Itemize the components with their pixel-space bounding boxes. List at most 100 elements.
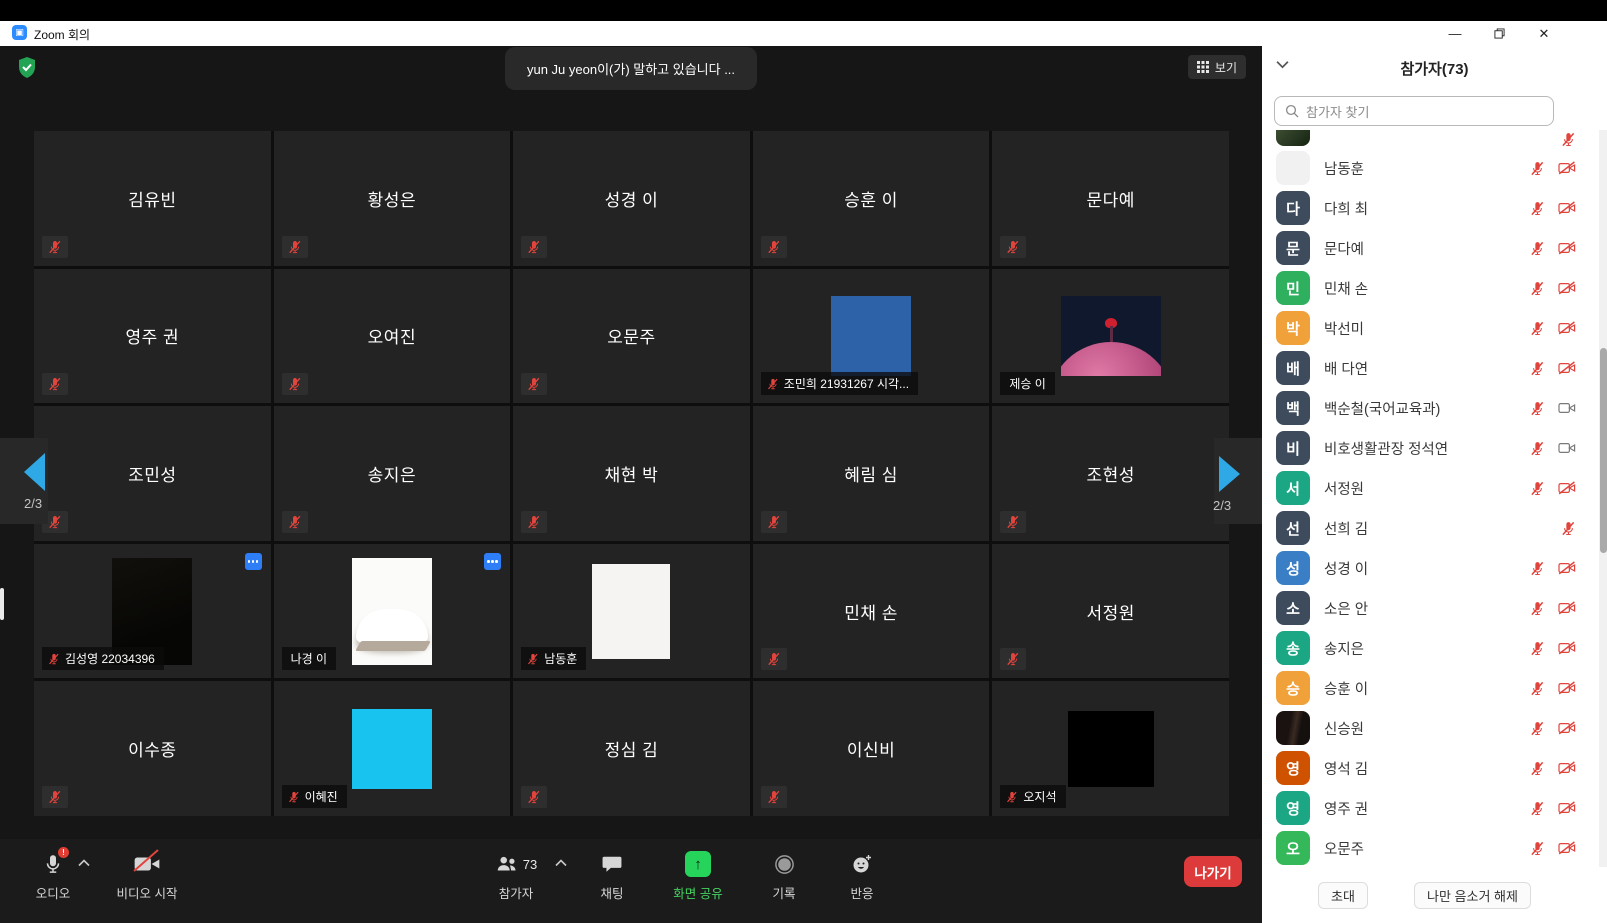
video-tile[interactable]: 황성은 [274,131,511,266]
tile-muted-mic-icon [42,373,68,395]
tile-more-options-button[interactable] [484,553,501,570]
video-tile[interactable]: 나경 이 [274,544,511,679]
mic-off-icon [1530,641,1545,656]
tile-name-label: 김성영 22034396 [42,647,164,670]
video-tile[interactable]: 오지석 [992,681,1229,816]
chat-button[interactable]: 채팅 [588,851,636,902]
video-tile[interactable]: 조현성 [992,406,1229,541]
video-tile[interactable]: 정심 김 [513,681,750,816]
participant-row[interactable]: 승승훈 이 [1262,668,1598,708]
participant-name: 서정원 [1324,478,1530,499]
participant-row[interactable]: 박박선미 [1262,308,1598,348]
participant-avatar: 오 [1276,831,1310,865]
participant-row[interactable]: 서서정원 [1262,468,1598,508]
mic-off-icon [1530,481,1545,496]
tile-muted-mic-icon [521,236,547,258]
participants-button[interactable]: 73 참가자 [478,851,554,902]
video-tile[interactable]: 김유빈 [34,131,271,266]
participant-name: 박선미 [1324,318,1530,339]
participant-avatar [1276,130,1310,146]
participant-row[interactable]: 비비호생활관장 정석연 [1262,428,1598,468]
participant-row[interactable]: 백백순철(국어교육과) [1262,388,1598,428]
video-tile[interactable]: 성경 이 [513,131,750,266]
record-icon [774,854,795,875]
video-tile[interactable]: 이혜진 [274,681,511,816]
camera-off-icon [1558,681,1576,695]
participant-row[interactable]: 소소은 안 [1262,588,1598,628]
video-tile[interactable]: 오문주 [513,269,750,404]
video-tile[interactable]: 혜림 심 [753,406,990,541]
video-tile[interactable]: 문다예 [992,131,1229,266]
unmute-me-button[interactable]: 나만 음소거 해제 [1414,882,1531,909]
participant-row[interactable]: 민민채 손 [1262,268,1598,308]
participant-row[interactable]: 오오문주 [1262,828,1598,867]
tile-muted-mic-icon [1000,648,1026,670]
camera-off-icon [1558,161,1576,175]
panel-scrollbar-thumb[interactable] [1600,348,1607,553]
view-button[interactable]: 보기 [1188,55,1246,79]
participant-row[interactable]: 성성경 이 [1262,548,1598,588]
participant-row[interactable]: 남동훈 [1262,148,1598,188]
tile-participant-name: 조현성 [1086,461,1134,486]
side-panel-handle[interactable] [0,588,4,620]
video-tile[interactable]: 김성영 22034396 [34,544,271,679]
participant-row[interactable]: 송송지은 [1262,628,1598,668]
audio-options-chevron[interactable] [78,859,90,867]
invite-button[interactable]: 초대 [1318,882,1368,909]
panel-scrollbar[interactable] [1599,130,1607,923]
participant-row[interactable]: 선선희 김 [1262,508,1598,548]
active-speaker-toast: yun Ju yeon이(가) 말하고 있습니다 ... [505,47,757,90]
start-video-button[interactable]: 비디오 시작 [106,851,188,902]
video-tile[interactable]: 채현 박 [513,406,750,541]
video-tile[interactable]: 영주 권 [34,269,271,404]
participant-avatar: 배 [1276,351,1310,385]
video-tile[interactable]: 승훈 이 [753,131,990,266]
participants-panel: 참가자(73) 참가자 찾기 남동훈다다희 최문문다예민민채 손박박선미배배 다… [1262,46,1607,923]
tile-muted-mic-icon [282,373,308,395]
participant-row[interactable]: 배배 다연 [1262,348,1598,388]
video-tile[interactable]: 서정원 [992,544,1229,679]
tile-name-label: 제승 이 [1000,372,1054,395]
next-page-arrow[interactable] [1219,456,1240,492]
camera-off-icon [1558,761,1576,775]
participant-name: 영석 김 [1324,758,1530,779]
tile-muted-mic-icon [42,786,68,808]
share-screen-button[interactable]: ↑ 화면 공유 [656,851,740,902]
participant-row[interactable] [1262,130,1598,148]
participant-row[interactable]: 영영석 김 [1262,748,1598,788]
video-content-blue-square [831,296,911,376]
audio-button[interactable]: ! 오디오 [22,851,84,902]
participant-row[interactable]: 영영주 권 [1262,788,1598,828]
security-shield-icon[interactable] [18,57,36,78]
participants-options-chevron[interactable] [555,859,567,867]
minimize-button[interactable]: — [1438,21,1472,46]
video-tile[interactable]: 이수종 [34,681,271,816]
participant-row[interactable]: 문문다예 [1262,228,1598,268]
restore-button[interactable] [1482,21,1516,46]
camera-off-icon [1558,841,1576,855]
tile-name-label: 남동훈 [521,647,586,670]
video-tile[interactable]: 조민희 21931267 시각... [753,269,990,404]
leave-button[interactable]: 나가기 [1184,856,1242,887]
video-tile[interactable]: 남동훈 [513,544,750,679]
video-tile[interactable]: 조민성 [34,406,271,541]
camera-off-icon [1558,201,1576,215]
record-button[interactable]: 기록 [758,851,810,902]
video-tile[interactable]: 제승 이 [992,269,1229,404]
participant-search-input[interactable]: 참가자 찾기 [1274,96,1554,126]
participant-list[interactable]: 남동훈다다희 최문문다예민민채 손박박선미배배 다연백백순철(국어교육과)비비호… [1262,130,1598,867]
participant-row[interactable]: 다다희 최 [1262,188,1598,228]
video-tile[interactable]: 송지은 [274,406,511,541]
tile-more-options-button[interactable] [245,553,262,570]
reactions-button[interactable]: 반응 [834,851,890,902]
mic-off-icon [1530,201,1545,216]
camera-off-icon [1558,281,1576,295]
video-tile[interactable]: 이신비 [753,681,990,816]
participant-row[interactable]: 신승원 [1262,708,1598,748]
camera-off-icon [1558,361,1576,375]
prev-page-arrow[interactable] [24,453,45,491]
close-button[interactable]: ✕ [1527,21,1561,46]
video-tile[interactable]: 오여진 [274,269,511,404]
participant-avatar [1276,711,1310,745]
video-tile[interactable]: 민채 손 [753,544,990,679]
